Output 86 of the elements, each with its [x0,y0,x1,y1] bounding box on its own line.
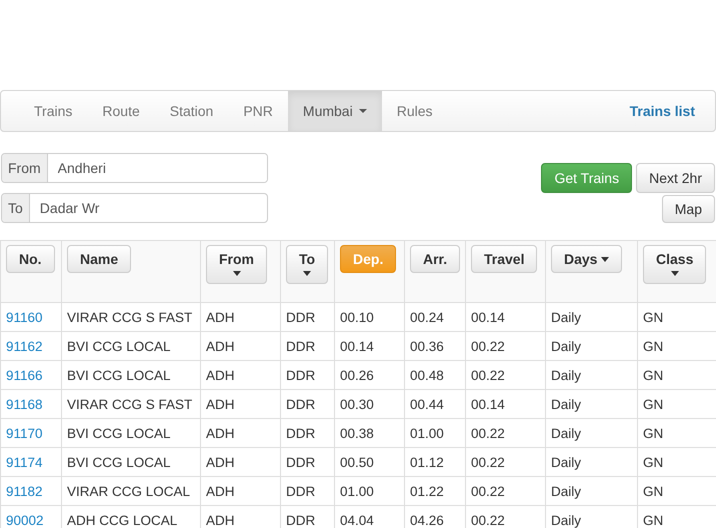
action-button[interactable]: Map [662,195,715,223]
table-cell: Daily [551,338,582,354]
sort-button[interactable]: Name [67,245,132,273]
table-cell: VIRAR CCG S FAST [67,396,192,412]
sort-button[interactable]: To [286,245,328,284]
table-cell: Daily [551,310,582,324]
get-trains-button[interactable]: Get Trains [541,163,632,193]
table-cell: GN [643,484,664,498]
table-cell: DDR [286,426,316,440]
table-cell: GN [643,368,664,382]
table-cell: GN [643,338,664,354]
table-cell: DDR [286,484,316,498]
input-group[interactable]: From Andheri [1,153,268,183]
table-cell: Daily [551,426,582,440]
table-cell: ADH [206,426,235,440]
nav-tab[interactable]: Mumbai [288,91,382,131]
table-cell: ADH [206,338,235,354]
table-cell: 01.00 [340,484,374,498]
table-cell: ADH CCG LOCAL [67,512,178,528]
nav-tab[interactable]: Rules [382,91,448,131]
table-cell: BVI CCG LOCAL [67,454,171,470]
table-cell: 00.22 [471,454,505,470]
table-cell: 00.14 [471,310,505,324]
table-cell: 00.22 [471,368,505,382]
table-cell: Daily [551,512,582,528]
nav-tab[interactable]: Station [154,91,228,131]
table-cell: ADH [206,512,235,528]
table-cell: 00.36 [410,338,444,354]
sort-button[interactable]: Travel [471,245,538,273]
table-cell: 00.22 [471,338,505,354]
table-cell: 00.14 [340,338,374,354]
table-cell: GN [643,310,664,324]
table-cell: DDR [286,512,316,528]
table-cell: ADH [206,396,235,412]
table-cell: 01.12 [410,454,444,470]
nav-tab[interactable]: Route [87,91,155,131]
table-cell: ADH [206,310,235,324]
table-cell: 00.30 [340,396,374,412]
table-cell: GN [643,426,664,440]
sort-button[interactable]: No. [6,245,55,273]
table-cell: 01.22 [410,484,444,498]
table-cell: GN [643,512,664,528]
sort-button[interactable]: Days [551,245,622,273]
table-cell: 00.22 [471,426,505,440]
sort-button[interactable]: Arr. [410,245,460,273]
table-cell: DDR [286,310,316,324]
input-group[interactable]: To Dadar Wr [1,193,268,223]
field-label: From [2,154,48,182]
table-cell: 00.24 [410,310,444,324]
table-cell: VIRAR CCG S FAST [67,310,192,324]
nav-tab[interactable]: Trains [19,91,88,131]
table-cell: 04.26 [410,512,444,528]
table-cell: 00.14 [471,396,505,412]
action-button[interactable]: Next 2hr [636,163,715,193]
table-cell: GN [643,396,664,412]
table-cell: 01.00 [410,426,444,440]
table-cell: DDR [286,338,316,354]
table-cell: BVI CCG LOCAL [67,368,171,382]
table-cell: 00.48 [410,368,444,382]
table-cell: DDR [286,368,316,382]
table-cell: DDR [286,454,316,470]
table-cell: 00.22 [471,484,505,498]
table-cell: Daily [551,396,582,412]
table-cell: 00.38 [340,426,374,440]
table-cell: ADH [206,454,235,470]
table-cell: 00.26 [340,368,374,382]
table-cell: 00.44 [410,396,444,412]
table-cell: ADH [206,368,235,382]
table-cell: DDR [286,396,316,412]
table-cell: VIRAR CCG LOCAL [67,484,190,498]
table-cell: Daily [551,368,582,382]
table-cell: 00.10 [340,310,374,324]
table-cell: Daily [551,454,582,470]
table-cell: BVI CCG LOCAL [67,426,171,440]
table-cell: BVI CCG LOCAL [67,338,171,354]
table-cell: GN [643,454,664,470]
table-cell: ADH [206,484,235,498]
table-cell: Daily [551,484,582,498]
table-cell: 00.50 [340,454,374,470]
sort-button[interactable]: Class [643,245,706,284]
sort-button[interactable]: From [206,245,267,284]
field-label: To [2,194,30,222]
table-cell: 00.22 [471,512,505,528]
brand-link[interactable]: Trains list [614,91,715,131]
table-cell: 04.04 [340,512,374,528]
nav-tab[interactable]: PNR [228,91,288,131]
